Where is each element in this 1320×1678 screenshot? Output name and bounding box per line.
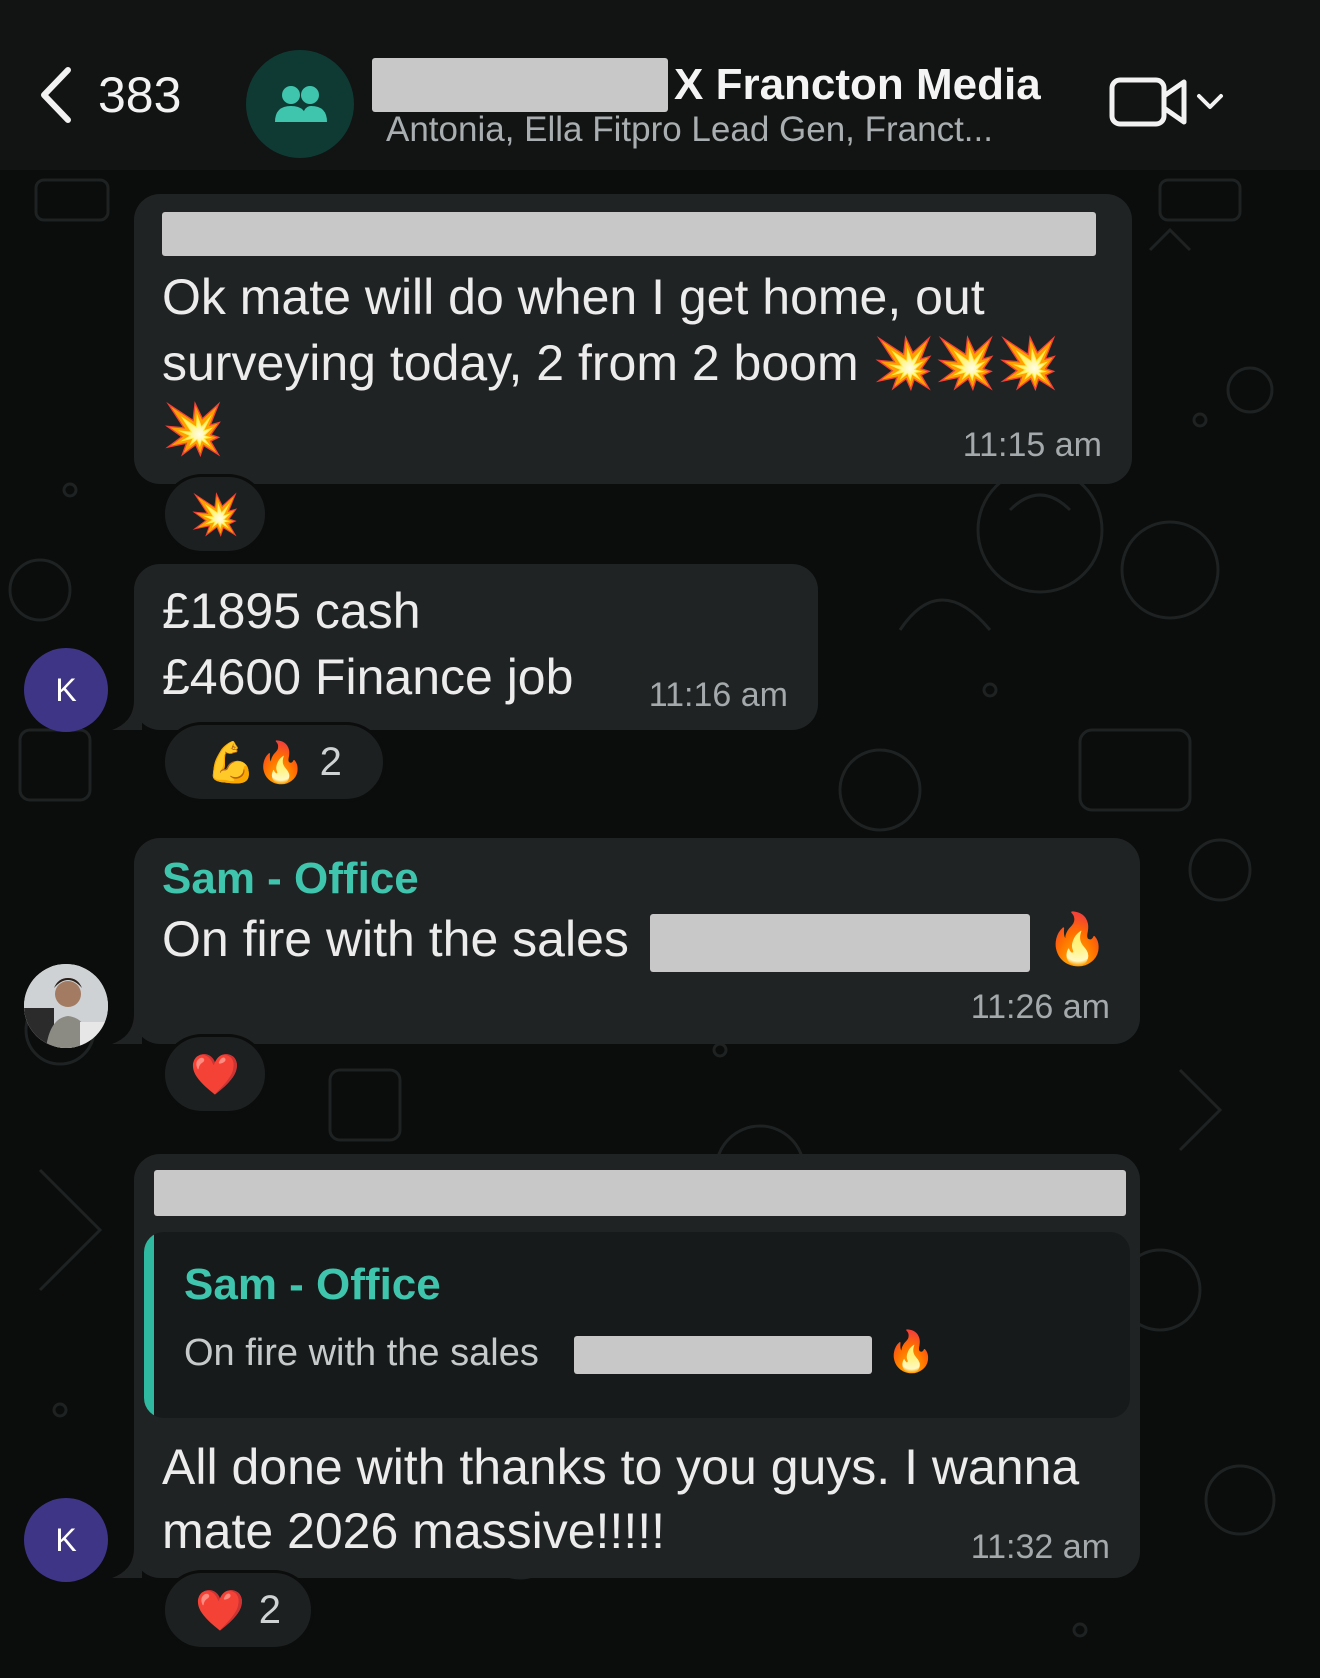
reaction-emoji: 💪🔥 [206, 740, 306, 785]
reaction-pill[interactable]: 💪🔥 2 [162, 722, 386, 802]
message-text-line: £1895 cash [162, 583, 421, 639]
message-time: 11:15 am [962, 426, 1102, 464]
reaction-emoji: 💥 [190, 492, 240, 537]
redacted-mention [650, 914, 1030, 972]
avatar[interactable]: K [24, 648, 108, 732]
unread-count: 383 [98, 67, 182, 123]
video-call-button[interactable] [1108, 74, 1224, 130]
reaction-count: 2 [319, 739, 342, 784]
message-text: On fire with the sales [162, 911, 629, 967]
message-bubble[interactable]: Sam - Office On fire with the sales 🔥 11… [134, 838, 1140, 1044]
video-camera-icon [1109, 77, 1187, 127]
sender-name[interactable]: Sam - Office [162, 854, 419, 904]
reaction-pill[interactable]: 💥 [162, 474, 268, 554]
quoted-sender-name: Sam - Office [184, 1260, 441, 1309]
chat-title-row[interactable]: X Francton Media [372, 56, 1041, 114]
avatar[interactable] [24, 964, 108, 1048]
message-bubble[interactable]: £1895 cash £4600 Finance job 11:16 am [134, 564, 818, 730]
quoted-text: On fire with the sales [184, 1332, 539, 1374]
message-time: 11:26 am [970, 988, 1110, 1026]
message-text-line: surveying today, 2 from 2 boom 💥💥💥 [162, 335, 1060, 391]
reaction-count: 2 [258, 1587, 282, 1632]
profile-photo [24, 964, 108, 1048]
chat-title: X Francton Media [674, 60, 1041, 109]
avatar[interactable]: K [24, 1498, 108, 1582]
back-button[interactable]: 383 [38, 66, 181, 124]
redacted-mention [574, 1336, 872, 1374]
quoted-emoji: 🔥 [886, 1329, 936, 1375]
reaction-pill[interactable]: ❤️ [162, 1034, 268, 1114]
chevron-down-icon [1197, 94, 1223, 109]
group-icon [275, 86, 327, 122]
message-time: 11:16 am [648, 676, 788, 714]
quoted-message[interactable]: Sam - Office On fire with the sales 🔥 [144, 1232, 1130, 1418]
message-emoji: 🔥 [1046, 911, 1109, 967]
chat-header: 383 X Francton Media Antonia, Ella Fitpr… [0, 0, 1320, 170]
redacted-sender [154, 1170, 1126, 1216]
redacted-name [372, 58, 668, 112]
message-text-line: mate 2026 massive!!!!! [162, 1503, 666, 1559]
group-avatar[interactable] [246, 50, 354, 158]
message-text-line: Ok mate will do when I get home, out [162, 269, 985, 325]
message-text-line: £4600 Finance job [162, 649, 574, 705]
redacted-sender [162, 212, 1096, 256]
quote-accent-bar [144, 1232, 154, 1418]
reaction-emoji: ❤️ [190, 1052, 240, 1097]
message-bubble[interactable]: Ok mate will do when I get home, out sur… [134, 194, 1132, 484]
message-bubble[interactable]: Sam - Office On fire with the sales 🔥 Al… [134, 1154, 1140, 1578]
message-time: 11:32 am [970, 1528, 1110, 1566]
chat-participants[interactable]: Antonia, Ella Fitpro Lead Gen, Franct... [386, 110, 993, 150]
message-text-line: All done with thanks to you guys. I wann… [162, 1439, 1080, 1495]
reaction-pill[interactable]: ❤️ 2 [162, 1570, 314, 1650]
chevron-left-icon [41, 67, 71, 123]
message-text-line: 💥 [162, 401, 225, 457]
reaction-emoji: ❤️ [194, 1588, 245, 1633]
